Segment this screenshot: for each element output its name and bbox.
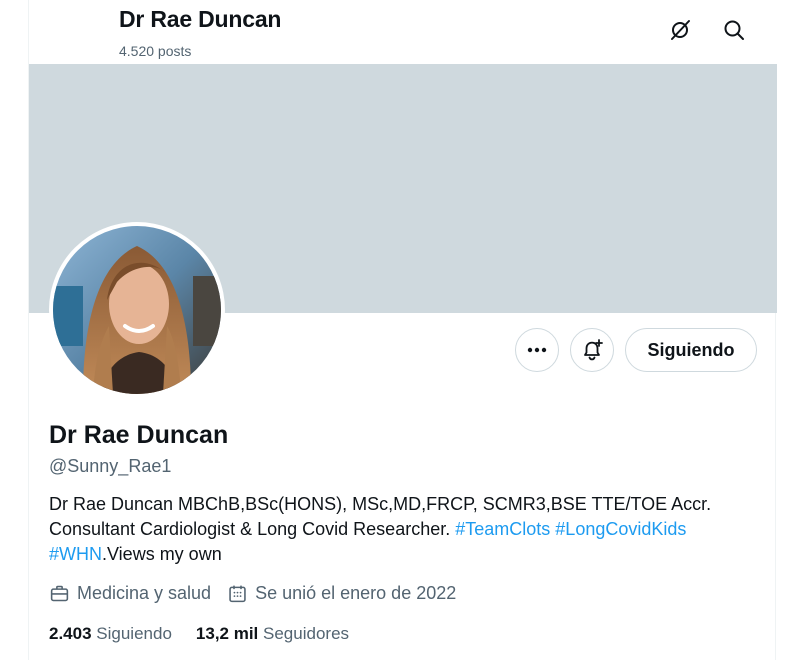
profile-name: Dr Rae Duncan [49,421,229,449]
profile-handle: @Sunny_Rae1 [49,456,172,476]
followers-label: Seguidores [263,624,350,643]
avatar[interactable] [49,222,225,398]
posts-count: 4.520 posts [119,43,192,59]
hashtag-link[interactable]: #WHN [49,544,102,564]
search-button[interactable] [716,12,752,48]
profile-stats: 2.403 Siguiendo 13,2 mil Seguidores [49,624,373,644]
more-button[interactable] [515,328,559,372]
joined-label: Se unió el enero de 2022 [255,583,457,603]
calendar-icon [229,585,246,603]
hashtag-link[interactable]: #TeamClots [455,519,550,539]
more-dots-icon [527,347,547,353]
search-icon [724,20,744,40]
profile-meta: Medicina y salud Se unió el enero de 202… [49,583,472,604]
following-link[interactable]: 2.403 Siguiendo [49,624,172,644]
category-item: Medicina y salud [49,583,211,604]
category-label: Medicina y salud [77,583,212,603]
bio-text: .Views my own [102,544,222,564]
profile-column: Dr Rae Duncan 4.520 posts Siguiendo Dr R… [28,0,777,660]
eye-slash-icon [671,20,690,40]
hashtag-link[interactable]: #LongCovidKids [555,519,686,539]
top-bar: Dr Rae Duncan 4.520 posts [29,0,777,64]
following-button[interactable]: Siguiendo [625,328,757,372]
hide-icon-button[interactable] [662,12,698,48]
bell-plus-icon [584,339,603,361]
avatar-image [53,226,221,394]
followers-link[interactable]: 13,2 mil Seguidores [196,624,349,644]
followers-count: 13,2 mil [195,624,259,643]
following-count: 2.403 [49,624,92,643]
following-label: Siguiendo [96,624,172,643]
joined-item: Se unió el enero de 2022 [227,583,456,604]
notifications-button[interactable] [570,328,614,372]
briefcase-icon [50,585,69,602]
header-title: Dr Rae Duncan [119,6,282,32]
profile-bio: Dr Rae Duncan MBChB,BSc(HONS), MSc,MD,FR… [49,492,749,567]
